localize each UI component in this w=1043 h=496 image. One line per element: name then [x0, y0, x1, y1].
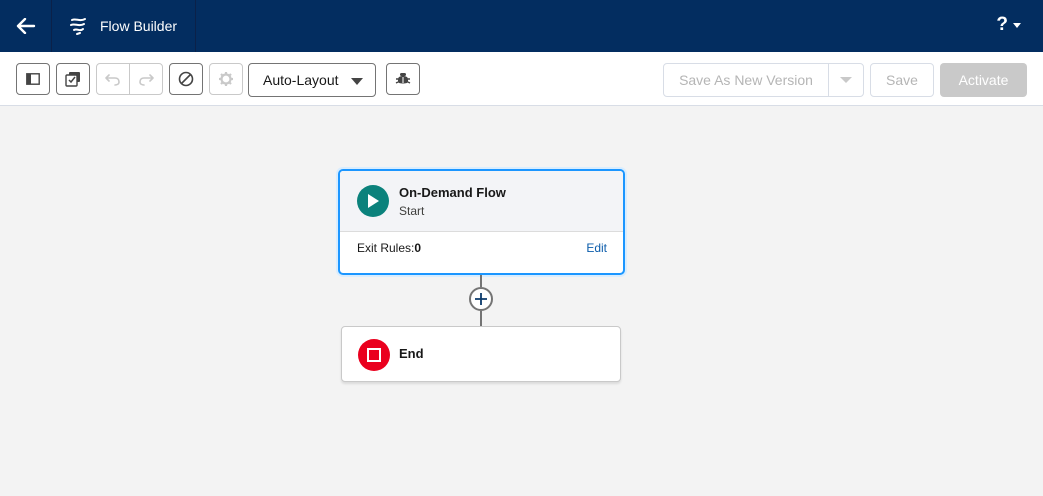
activate-button[interactable]: Activate	[940, 63, 1027, 97]
end-element-title: End	[399, 346, 424, 361]
start-element-title: On-Demand Flow	[399, 185, 506, 200]
redo-button[interactable]	[129, 63, 163, 95]
start-element-header: On-Demand Flow Start	[340, 171, 623, 232]
copy-icon	[65, 72, 80, 87]
undo-button[interactable]	[96, 63, 130, 95]
save-options-dropdown[interactable]	[828, 63, 864, 97]
layout-mode-value: Auto-Layout	[263, 72, 339, 88]
chevron-down-icon	[351, 78, 363, 85]
connector-line	[480, 311, 482, 326]
copy-element-button[interactable]	[56, 63, 90, 95]
toggle-toolbox-button[interactable]	[16, 63, 50, 95]
help-menu-button[interactable]: ?	[996, 14, 1021, 36]
save-button[interactable]: Save	[870, 63, 934, 97]
chevron-down-icon	[840, 77, 852, 83]
bug-icon	[395, 73, 411, 84]
add-element-button[interactable]	[469, 287, 493, 311]
flow-canvas[interactable]	[0, 106, 1043, 496]
plus-icon	[475, 293, 487, 305]
debug-button[interactable]	[386, 63, 420, 95]
layout-mode-select[interactable]: Auto-Layout	[248, 63, 376, 97]
back-arrow-icon	[16, 18, 35, 34]
app-title-area: Flow Builder	[52, 0, 196, 52]
gear-icon	[219, 72, 233, 86]
toolbar: Auto-Layout Save As New Version Save Act…	[0, 52, 1043, 106]
flow-icon	[68, 15, 90, 37]
flow-properties-button[interactable]	[209, 63, 243, 95]
app-header: Flow Builder ?	[0, 0, 1043, 52]
start-element[interactable]: On-Demand Flow Start Exit Rules:0 Edit	[338, 169, 625, 275]
play-icon	[357, 185, 389, 217]
end-element[interactable]: End	[341, 326, 621, 382]
undo-icon	[105, 74, 120, 86]
app-title: Flow Builder	[100, 18, 178, 34]
redo-icon	[139, 74, 154, 86]
help-icon: ?	[996, 14, 1008, 35]
back-button[interactable]	[0, 0, 52, 52]
errors-warnings-button[interactable]	[169, 63, 203, 95]
edit-exit-rules-link[interactable]: Edit	[586, 241, 607, 255]
stop-icon	[358, 339, 390, 371]
exit-rules-label: Exit Rules:0	[357, 241, 422, 255]
ban-icon	[178, 71, 194, 87]
exit-rules-count: 0	[414, 241, 422, 255]
chevron-down-icon	[1013, 22, 1021, 28]
start-element-subtitle: Start	[399, 204, 425, 218]
save-as-new-version-button[interactable]: Save As New Version	[663, 63, 829, 97]
connector-line	[480, 275, 482, 287]
panel-left-icon	[26, 73, 40, 85]
